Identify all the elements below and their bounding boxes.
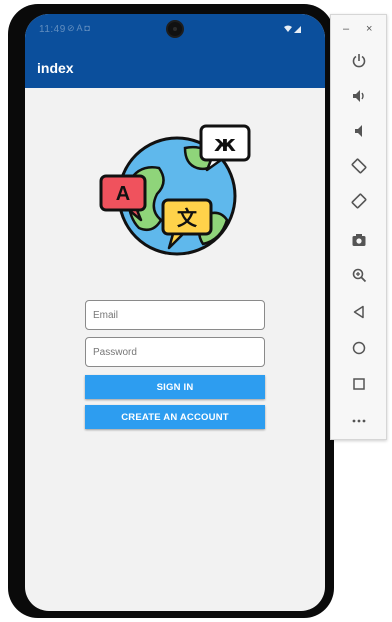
- app-title: index: [37, 60, 74, 76]
- status-bar: 11:49 ⊘ A ◘: [25, 14, 325, 48]
- logo-letter-jp: ж: [214, 132, 236, 157]
- password-field[interactable]: Password: [85, 337, 265, 367]
- status-time: 11:49: [39, 24, 66, 35]
- status-notification-icons: ⊘ A ◘: [67, 23, 90, 33]
- wifi-signal-icon: [284, 25, 301, 33]
- home-icon[interactable]: [347, 336, 371, 360]
- logo-letter-a: A: [116, 183, 130, 205]
- email-placeholder: Email: [93, 310, 119, 321]
- volume-down-icon[interactable]: [347, 119, 371, 143]
- translation-globe-logo: A 文 ж: [99, 124, 251, 256]
- password-placeholder: Password: [93, 347, 137, 358]
- email-field[interactable]: Email: [85, 300, 265, 330]
- rotate-left-icon[interactable]: [347, 154, 371, 178]
- create-account-button[interactable]: CREATE AN ACCOUNT: [85, 405, 265, 429]
- minimize-button[interactable]: –: [343, 23, 349, 35]
- power-icon[interactable]: [347, 49, 371, 73]
- sign-in-button[interactable]: SIGN IN: [85, 375, 265, 399]
- rotate-right-icon[interactable]: [347, 189, 371, 213]
- more-icon[interactable]: [347, 409, 371, 433]
- back-icon[interactable]: [347, 300, 371, 324]
- zoom-icon[interactable]: [347, 263, 371, 287]
- camera-icon[interactable]: [347, 228, 371, 252]
- close-button[interactable]: ×: [366, 23, 372, 35]
- app-bar: index: [25, 48, 325, 88]
- volume-up-icon[interactable]: [347, 84, 371, 108]
- front-camera: [166, 20, 184, 38]
- overview-icon[interactable]: [347, 372, 371, 396]
- phone-screen: 11:49 ⊘ A ◘ index A 文 ж Email Password S…: [25, 14, 325, 611]
- logo-letter-zh: 文: [177, 206, 198, 230]
- emulator-toolbar: – ×: [330, 14, 387, 440]
